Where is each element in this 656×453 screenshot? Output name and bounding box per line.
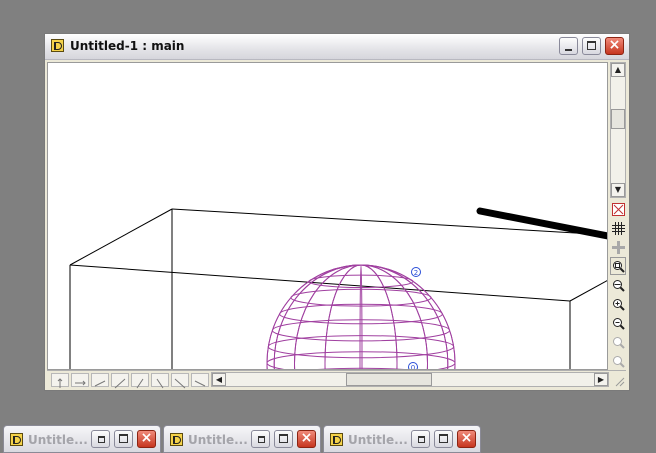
close-icon: ×: [460, 430, 473, 446]
sphere-longitude: [359, 264, 363, 369]
horizontal-scrollbar[interactable]: ◀ ▶: [211, 372, 609, 387]
arrow-back-shallow-tool[interactable]: [191, 373, 209, 387]
minimized-window-3[interactable]: Untitle... ×: [323, 425, 481, 453]
minimize-icon: [565, 49, 572, 51]
sphere-longitude: [324, 264, 398, 369]
restore-icon: [418, 436, 425, 443]
maximize-icon: [587, 41, 596, 50]
minimized-title: Untitle...: [188, 433, 248, 447]
zoom-previous-tool[interactable]: [610, 333, 626, 351]
restore-icon: [98, 436, 105, 443]
scroll-right-button[interactable]: ▶: [594, 373, 608, 386]
grid-icon: [612, 222, 625, 235]
arrow-up-icon: [57, 378, 63, 388]
marker-2-label: 2: [414, 269, 418, 277]
close-icon: ×: [300, 430, 313, 446]
arrow-shallow-tool[interactable]: [91, 373, 109, 387]
add-tool[interactable]: [610, 238, 626, 256]
arrow-back-diagonal-icon: [174, 378, 186, 389]
scroll-left-icon: ◀: [215, 375, 223, 384]
close-button[interactable]: ×: [297, 430, 316, 448]
zoom-next-icon: [613, 356, 625, 368]
vertical-scroll-thumb[interactable]: [611, 109, 625, 129]
maximize-icon: [439, 434, 448, 443]
scroll-up-icon: ▲: [614, 65, 622, 74]
minimize-button[interactable]: [559, 37, 578, 55]
zoom-in-tool[interactable]: [610, 295, 626, 313]
restore-button[interactable]: [411, 430, 430, 448]
delete-tool[interactable]: [610, 200, 626, 218]
maximize-icon: [279, 434, 288, 443]
scene-canvas[interactable]: 2 0: [48, 63, 608, 370]
arrow-diagonal-icon: [114, 378, 126, 389]
arrow-diagonal-tool[interactable]: [111, 373, 129, 389]
viewport-3d[interactable]: 2 0: [47, 62, 608, 370]
close-button[interactable]: ×: [137, 430, 156, 448]
minimized-title: Untitle...: [348, 433, 408, 447]
maximize-button[interactable]: [434, 430, 453, 448]
window-title: Untitled-1 : main: [70, 39, 185, 53]
minimized-window-1[interactable]: Untitle... ×: [3, 425, 161, 453]
scroll-left-button[interactable]: ◀: [212, 373, 226, 386]
zoom-fit-tool[interactable]: [610, 276, 626, 294]
close-icon: ×: [608, 37, 621, 53]
app-icon: [330, 433, 343, 446]
minimized-title: Untitle...: [28, 433, 88, 447]
zoom-out-tool[interactable]: [610, 314, 626, 332]
marker-2[interactable]: 2: [411, 267, 421, 278]
sphere-latitude: [271, 319, 451, 342]
app-icon: [10, 433, 23, 446]
arrow-back-diagonal-tool[interactable]: [171, 373, 189, 389]
maximize-button[interactable]: [114, 430, 133, 448]
scroll-down-icon: ▼: [614, 185, 622, 194]
restore-icon: [258, 436, 265, 443]
zoom-next-tool[interactable]: [610, 352, 626, 370]
sphere-longitude: [324, 264, 398, 369]
close-button[interactable]: ×: [457, 430, 476, 448]
scroll-down-button[interactable]: ▼: [611, 183, 625, 197]
app-icon: [170, 433, 183, 446]
title-bar[interactable]: Untitled-1 : main ×: [45, 34, 629, 60]
maximize-icon: [119, 434, 128, 443]
arrow-back-steep-icon: [156, 378, 164, 389]
zoom-out-icon: [613, 318, 625, 330]
horizontal-scroll-thumb[interactable]: [346, 373, 432, 386]
minimized-window-2[interactable]: Untitle... ×: [163, 425, 321, 453]
arrow-back-shallow-icon: [194, 380, 206, 387]
scroll-right-icon: ▶: [597, 375, 605, 384]
restore-button[interactable]: [91, 430, 110, 448]
grid-tool[interactable]: [610, 219, 626, 237]
close-icon: ×: [140, 430, 153, 446]
vertical-scrollbar[interactable]: ▲ ▼: [610, 62, 626, 198]
restore-button[interactable]: [251, 430, 270, 448]
arrow-shallow-icon: [94, 380, 106, 387]
arrow-up-tool[interactable]: [51, 373, 69, 388]
zoom-previous-icon: [613, 337, 625, 349]
close-button[interactable]: ×: [605, 37, 624, 55]
bottom-bar: ◀ ▶: [47, 370, 626, 389]
app-icon: [51, 39, 64, 52]
arrow-back-steep-tool[interactable]: [151, 373, 169, 389]
marker-0[interactable]: 0: [408, 362, 418, 371]
delete-icon: [612, 203, 625, 216]
zoom-region-tool[interactable]: [610, 257, 626, 275]
arrow-right-tool[interactable]: [71, 373, 89, 387]
zoom-fit-icon: [613, 280, 625, 292]
resize-grip-icon[interactable]: [613, 375, 625, 387]
arrow-steep-icon: [136, 378, 144, 389]
plus-icon: [612, 241, 625, 254]
sphere-latitude: [279, 303, 443, 325]
scroll-up-button[interactable]: ▲: [611, 63, 625, 77]
zoom-in-icon: [613, 299, 625, 311]
arrow-steep-tool[interactable]: [131, 373, 149, 389]
thick-segment: [476, 207, 607, 240]
arrow-right-icon: [75, 380, 86, 386]
view-toolbar: [610, 200, 626, 371]
zoom-region-icon: [613, 261, 625, 273]
main-window: Untitled-1 : main × 2 0 ▲ ▼ ◀ ▶: [44, 33, 630, 391]
maximize-button[interactable]: [582, 37, 601, 55]
maximize-button[interactable]: [274, 430, 293, 448]
